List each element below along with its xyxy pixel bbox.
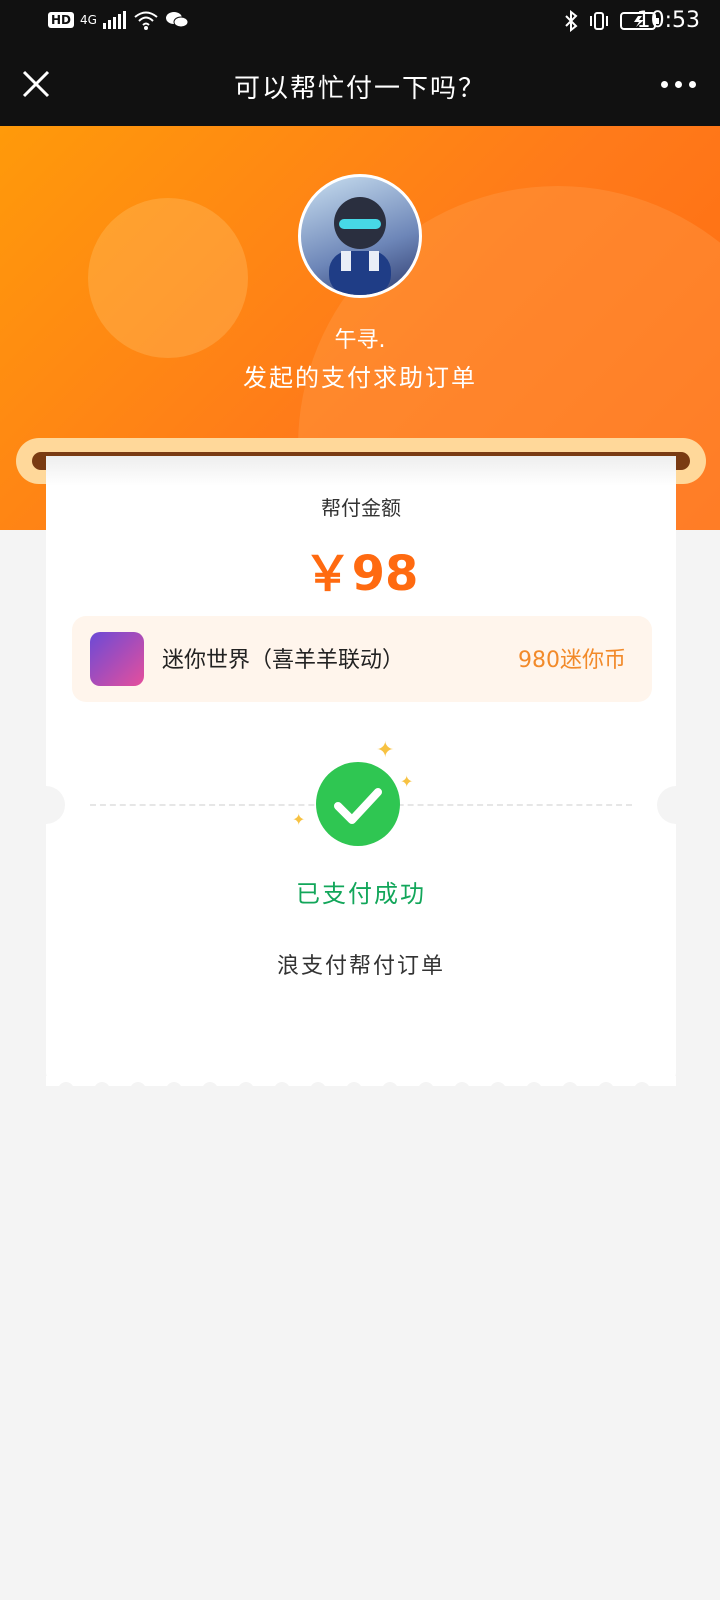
page-bottom-space (0, 1100, 720, 1600)
avatar-figure-icon (329, 197, 391, 295)
network-label: 4G (80, 13, 97, 27)
bluetooth-icon (565, 10, 578, 32)
right-notch (657, 786, 695, 824)
sparkle-icon: ✦ (400, 772, 414, 791)
product-row: 迷你世界（喜羊羊联动） 980迷你币 (72, 616, 652, 702)
sparkle-icon: ✦ (376, 738, 395, 763)
payment-card: 帮付金额 ￥98 迷你世界（喜羊羊联动） 980迷你币 ✦ ✦ ✦ 已支付成功 … (27, 456, 695, 1096)
status-left: HD 4G (48, 10, 189, 30)
success-check-icon (316, 762, 400, 846)
status-time: 10:53 (636, 8, 700, 33)
hd-icon: HD (48, 12, 75, 28)
game-icon (90, 632, 144, 686)
status-bar: HD 4G 10:53 (0, 0, 720, 44)
check-icon (334, 788, 382, 824)
more-button[interactable] (656, 72, 700, 96)
success-message: 浪支付帮付订单 (276, 954, 445, 979)
signal-icon (102, 11, 126, 29)
nav-bar: 可以帮忙付一下吗？ (0, 44, 720, 126)
success-status: 已支付成功 (296, 880, 426, 908)
card-top-shadow (46, 456, 676, 486)
page-title: 可以帮忙付一下吗？ (233, 74, 486, 104)
left-notch (27, 786, 65, 824)
avatar (298, 174, 422, 298)
product-name: 迷你世界（喜羊羊联动） (162, 648, 405, 673)
wechat-icon (165, 12, 189, 28)
more-icon (660, 80, 668, 88)
more-icon-dot (688, 80, 696, 88)
vibrate-icon (590, 12, 608, 30)
wifi-icon (134, 11, 158, 30)
amount-value: ￥98 (303, 546, 419, 602)
user-subtitle: 发起的支付求助订单 (243, 364, 477, 392)
more-icon-dot (674, 80, 682, 88)
product-coin: 980迷你币 (518, 648, 626, 673)
amount-label: 帮付金额 (321, 496, 401, 520)
user-name: 午寻. (334, 328, 386, 353)
card-scallop (46, 1076, 676, 1096)
sparkle-icon: ✦ (292, 810, 306, 829)
